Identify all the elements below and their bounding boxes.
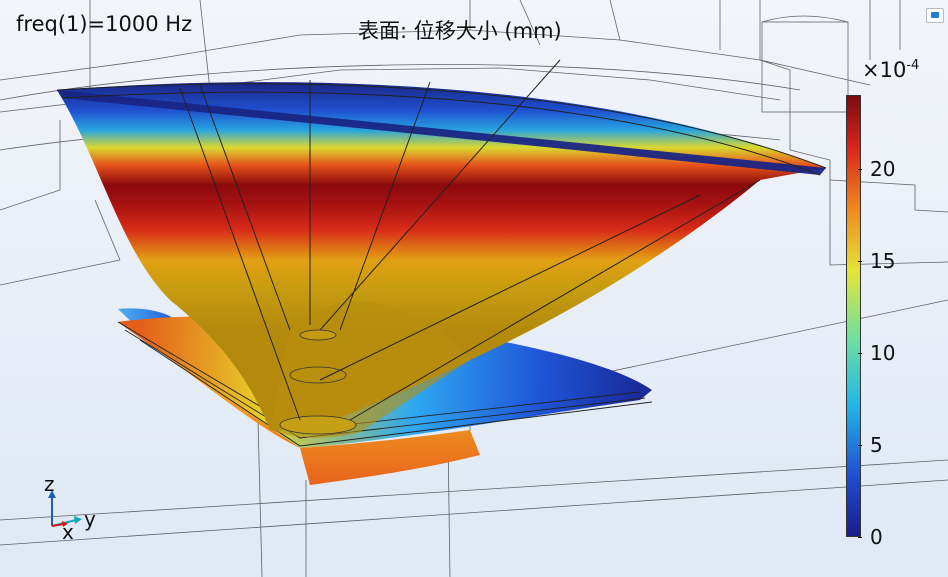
surface-title: 表面: 位移大小 (mm)	[358, 19, 562, 43]
x-axis-label: x	[62, 520, 74, 544]
colorbar-tick-mark	[858, 168, 862, 170]
z-axis-label: z	[44, 472, 55, 496]
view-icon[interactable]	[926, 8, 944, 23]
y-axis-label: y	[84, 507, 96, 531]
graphics-viewport[interactable]: freq(1)=1000 Hz 表面: 位移大小 (mm) ×10-4 0 5 10…	[0, 0, 948, 577]
colorbar-tick-label: 0	[870, 525, 883, 549]
colorbar-tick-label: 10	[870, 340, 896, 365]
colorbar-tick-mark	[858, 444, 862, 446]
colorbar-exponent: ×10-4	[862, 58, 919, 82]
3d-scene[interactable]	[0, 0, 948, 577]
colorbar-tick-label: 15	[870, 248, 896, 273]
colorbar-tick-label: 20	[870, 156, 896, 181]
frequency-label: freq(1)=1000 Hz	[16, 12, 193, 36]
colorbar-tick-label: 5	[870, 432, 883, 457]
colorbar-tick-mark	[858, 352, 862, 354]
colorbar-tick-mark	[858, 537, 862, 538]
colorbar	[846, 95, 861, 537]
exponent-base: ×10	[862, 58, 907, 82]
colorbar-tick-mark	[858, 260, 862, 262]
exponent-power: -4	[906, 58, 920, 73]
